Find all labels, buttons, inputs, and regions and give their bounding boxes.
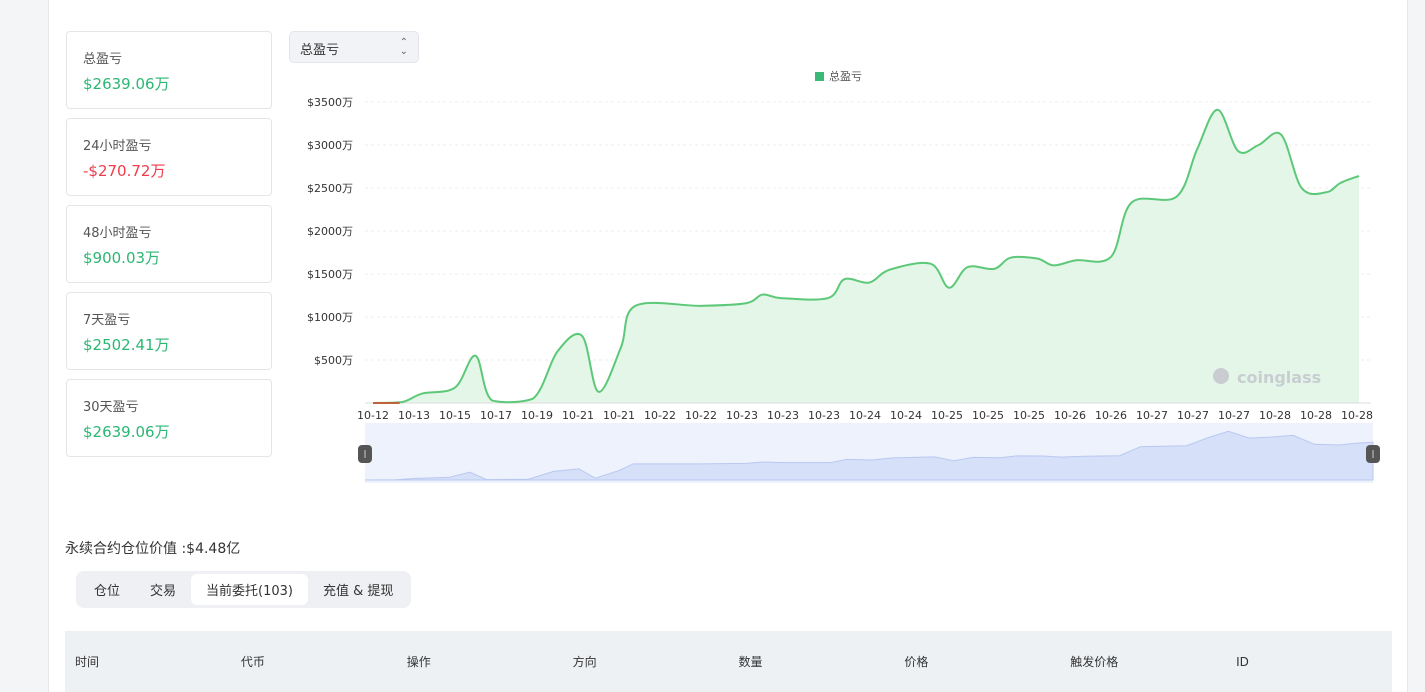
x-tick-label: 10-28: [1300, 409, 1332, 422]
page: 总盈亏 $2639.06万 24小时盈亏 -$270.72万 48小时盈亏 $900.03…: [48, 0, 1408, 692]
y-tick-label: $500万: [314, 354, 353, 367]
column-header[interactable]: ID: [1226, 655, 1392, 669]
column-header[interactable]: 方向: [563, 653, 729, 670]
coinglass-logo-icon: [1213, 368, 1229, 384]
tab[interactable]: 充值 & 提现: [308, 574, 408, 605]
tab[interactable]: 交易: [135, 574, 191, 605]
x-tick-label: 10-24: [890, 409, 922, 422]
x-tick-label: 10-23: [726, 409, 758, 422]
y-tick-label: $1000万: [307, 311, 353, 324]
column-header[interactable]: 数量: [729, 653, 895, 670]
column-header[interactable]: 价格: [894, 653, 1060, 670]
x-tick-label: 10-27: [1177, 409, 1209, 422]
column-header[interactable]: 操作: [397, 653, 563, 670]
y-tick-label: $1500万: [307, 268, 353, 281]
x-tick-label: 10-27: [1136, 409, 1168, 422]
x-tick-label: 10-23: [767, 409, 799, 422]
x-tick-label: 10-25: [1013, 409, 1045, 422]
column-header[interactable]: 触发价格: [1060, 653, 1226, 670]
y-tick-label: $3000万: [307, 139, 353, 152]
table-header: 时间 代币 操作 方向 数量 价格 触发价格 ID: [65, 631, 1392, 692]
x-tick-label: 10-21: [562, 409, 594, 422]
x-tick-label: 10-25: [931, 409, 963, 422]
tab-bar: 仓位 交易 当前委托(103) 充值 & 提现: [76, 571, 412, 608]
pnl-chart: $500万 $1000万 $1500万 $2000万 $2500万 $3000万 $3500…: [307, 96, 1380, 483]
x-tick-label: 10-28: [1341, 409, 1373, 422]
x-tick-label: 10-23: [808, 409, 840, 422]
x-tick-label: 10-26: [1095, 409, 1127, 422]
coinglass-watermark: coinglass: [1237, 368, 1321, 387]
x-tick-label: 10-13: [398, 409, 430, 422]
x-tick-label: 10-21: [603, 409, 635, 422]
x-tick-label: 10-17: [480, 409, 512, 422]
x-tick-label: 10-22: [644, 409, 676, 422]
x-tick-label: 10-26: [1054, 409, 1086, 422]
x-tick-label: 10-25: [972, 409, 1004, 422]
column-header[interactable]: 代币: [231, 653, 397, 670]
x-tick-label: 10-28: [1259, 409, 1291, 422]
x-tick-label: 10-24: [849, 409, 881, 422]
y-tick-label: $2000万: [307, 225, 353, 238]
column-header[interactable]: 时间: [65, 653, 231, 670]
x-tick-label: 10-19: [521, 409, 553, 422]
x-tick-label: 10-22: [685, 409, 717, 422]
y-tick-label: $2500万: [307, 182, 353, 195]
tab[interactable]: 当前委托(103): [191, 574, 308, 605]
x-tick-label: 10-12: [357, 409, 389, 422]
y-tick-label: $3500万: [307, 96, 353, 109]
x-tick-label: 10-27: [1218, 409, 1250, 422]
position-value: 永续合约仓位价值 :$4.48亿: [65, 541, 241, 557]
area-fill: [373, 109, 1360, 403]
x-tick-label: 10-15: [439, 409, 471, 422]
tab[interactable]: 仓位: [79, 574, 135, 605]
